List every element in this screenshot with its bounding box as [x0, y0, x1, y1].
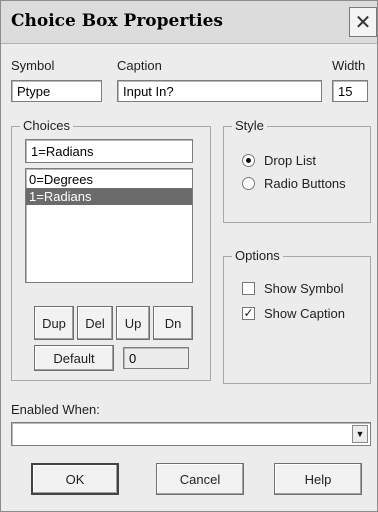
radio-radio-buttons[interactable]: Radio Buttons: [242, 176, 346, 191]
default-button[interactable]: Default: [34, 345, 114, 371]
enabled-when-combobox[interactable]: ▼: [11, 422, 371, 446]
title-bar[interactable]: Choice Box Properties ✕: [1, 1, 377, 44]
checkbox-show-caption[interactable]: ✓ Show Caption: [242, 306, 345, 321]
choices-listbox[interactable]: 0=Degrees 1=Radians: [25, 168, 193, 283]
choice-item-degrees[interactable]: 0=Degrees: [26, 171, 192, 188]
radio-radio-buttons-label: Radio Buttons: [264, 176, 346, 191]
choice-edit-input[interactable]: 1=Radians: [25, 139, 193, 163]
help-button[interactable]: Help: [274, 463, 362, 495]
choice-item-radians[interactable]: 1=Radians: [26, 188, 192, 205]
checkbox-show-symbol[interactable]: Show Symbol: [242, 281, 343, 296]
radio-drop-list[interactable]: Drop List: [242, 153, 316, 168]
symbol-label: Symbol: [11, 58, 55, 73]
width-input[interactable]: 15: [332, 80, 368, 102]
close-button[interactable]: ✕: [349, 7, 377, 37]
caption-input[interactable]: Input In?: [117, 80, 322, 102]
dialog-title: Choice Box Properties: [11, 11, 223, 31]
ok-button[interactable]: OK: [31, 463, 119, 495]
checkbox-show-caption-label: Show Caption: [264, 306, 345, 321]
up-button[interactable]: Up: [116, 306, 150, 340]
radio-checked-icon: [242, 154, 255, 167]
dup-button[interactable]: Dup: [34, 306, 74, 340]
close-icon: ✕: [354, 11, 372, 34]
enabled-when-label: Enabled When:: [11, 402, 100, 417]
checkbox-show-symbol-label: Show Symbol: [264, 281, 344, 296]
default-value-field: 0: [123, 347, 189, 369]
width-label: Width: [332, 58, 366, 73]
options-group-title: Options: [232, 248, 283, 263]
del-button[interactable]: Del: [77, 306, 113, 340]
caption-label: Caption: [117, 58, 162, 73]
style-group: Style: [223, 118, 371, 223]
checkbox-unchecked-icon: [242, 282, 255, 295]
radio-drop-list-label: Drop List: [264, 153, 317, 168]
dialog-window: Choice Box Properties ✕ Symbol Ptype Cap…: [0, 0, 378, 512]
style-group-title: Style: [232, 118, 267, 133]
cancel-button[interactable]: Cancel: [156, 463, 244, 495]
checkmark-icon: ✓: [242, 306, 255, 320]
symbol-input[interactable]: Ptype: [11, 80, 102, 102]
radio-unchecked-icon: [242, 177, 255, 190]
dn-button[interactable]: Dn: [153, 306, 193, 340]
dropdown-arrow-icon[interactable]: ▼: [352, 425, 368, 443]
choices-group-title: Choices: [20, 118, 73, 133]
